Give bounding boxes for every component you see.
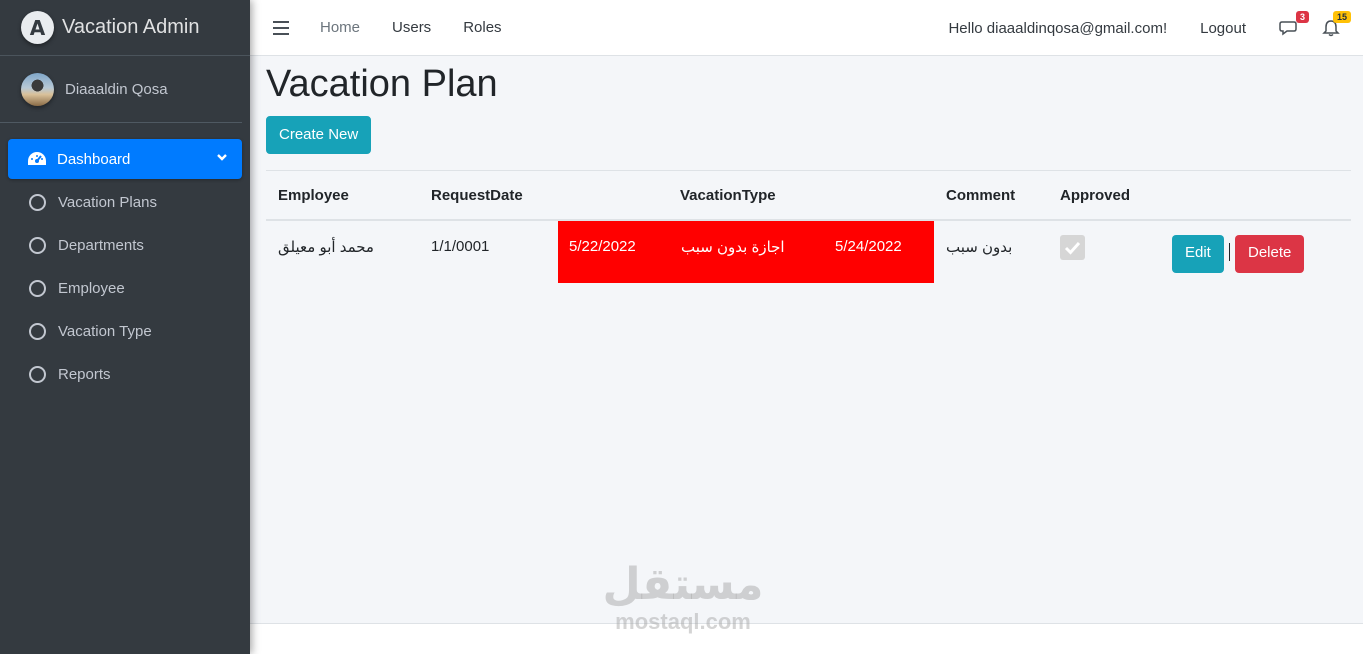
tachometer-icon	[28, 152, 46, 165]
avatar	[21, 72, 54, 106]
sidebar: A Vacation Admin Diaaaldin Qosa Dashboar…	[0, 0, 250, 654]
circle-icon	[29, 322, 46, 340]
sidebar-item-label: Employee	[58, 279, 125, 297]
circle-icon	[29, 236, 46, 254]
logout-button[interactable]: Logout	[1200, 20, 1246, 37]
chevron-down-icon	[217, 154, 227, 161]
cell-vacation-type: اجازة بدون سبب	[681, 239, 785, 256]
table-row: محمد أبو معيلق 1/1/0001 5/22/2022 اجازة …	[266, 221, 1351, 285]
hamburger-menu-icon[interactable]	[273, 20, 289, 35]
sidebar-item-reports[interactable]: Reports	[8, 354, 242, 394]
user-name[interactable]: Diaaaldin Qosa	[65, 81, 168, 98]
circle-icon	[29, 193, 46, 211]
sidebar-item-label: Dashboard	[57, 150, 131, 168]
sidebar-item-dashboard[interactable]: Dashboard	[8, 139, 242, 179]
vacation-highlight-block: 5/22/2022 اجازة بدون سبب 5/24/2022	[558, 221, 934, 283]
header-comment: Comment	[946, 186, 1016, 204]
cell-start-date: 5/22/2022	[569, 238, 636, 255]
brand-title: Vacation Admin	[62, 16, 200, 38]
approved-checkbox	[1060, 235, 1085, 260]
footer	[250, 623, 1363, 654]
cell-employee: محمد أبو معيلق	[278, 239, 374, 256]
sidebar-nav: Dashboard Vacation Plans Departments Emp…	[0, 139, 250, 394]
delete-button[interactable]: Delete	[1235, 235, 1305, 273]
circle-icon	[29, 279, 46, 297]
watermark-logo: مستقل mostaql.com	[598, 560, 768, 634]
header-employee: Employee	[278, 186, 349, 204]
sidebar-item-label: Departments	[58, 236, 144, 254]
sidebar-item-departments[interactable]: Departments	[8, 225, 242, 265]
cell-end-date: 5/24/2022	[835, 238, 902, 255]
table-header: Employee RequestDate VacationType Commen…	[266, 171, 1351, 221]
circle-icon	[29, 365, 46, 383]
notifications-button[interactable]: 15	[1321, 11, 1351, 38]
action-separator	[1229, 243, 1230, 261]
brand-link[interactable]: A Vacation Admin	[0, 0, 250, 56]
cell-request-date: 1/1/0001	[431, 238, 490, 255]
header-vacation-type: VacationType	[680, 186, 776, 204]
cell-comment: بدون سبب	[946, 239, 1013, 256]
nav-link-users[interactable]: Users	[392, 19, 431, 36]
check-icon	[1064, 241, 1081, 255]
messages-button[interactable]: 3	[1279, 11, 1309, 38]
header-approved: Approved	[1060, 186, 1131, 204]
topbar: Home Users Roles Hello diaaaldinqosa@gma…	[250, 0, 1363, 56]
messages-badge: 3	[1295, 11, 1309, 23]
main-content: Vacation Plan Create New Employee Reques…	[266, 56, 1351, 285]
brand-logo: A	[21, 11, 54, 44]
sidebar-item-label: Vacation Type	[58, 322, 152, 340]
sidebar-item-employee[interactable]: Employee	[8, 268, 242, 308]
header-request-date: RequestDate	[431, 186, 523, 204]
user-panel: Diaaaldin Qosa	[0, 56, 242, 123]
page-title: Vacation Plan	[266, 63, 498, 105]
vacation-plan-table: Employee RequestDate VacationType Commen…	[266, 170, 1351, 285]
edit-button[interactable]: Edit	[1172, 235, 1224, 273]
sidebar-item-vacation-plans[interactable]: Vacation Plans	[8, 182, 242, 222]
nav-link-roles[interactable]: Roles	[463, 19, 501, 36]
brand-logo-letter: A	[29, 15, 46, 40]
watermark-arabic: مستقل	[602, 559, 764, 610]
sidebar-item-label: Reports	[58, 365, 111, 383]
nav-link-home[interactable]: Home	[320, 19, 360, 36]
sidebar-item-vacation-type[interactable]: Vacation Type	[8, 311, 242, 351]
watermark-latin: mostaql.com	[615, 609, 751, 634]
user-greeting-link[interactable]: Hello diaaaldinqosa@gmail.com!	[948, 20, 1167, 37]
sidebar-item-label: Vacation Plans	[58, 193, 157, 211]
notifications-badge: 15	[1332, 11, 1351, 23]
create-new-button[interactable]: Create New	[266, 116, 372, 154]
